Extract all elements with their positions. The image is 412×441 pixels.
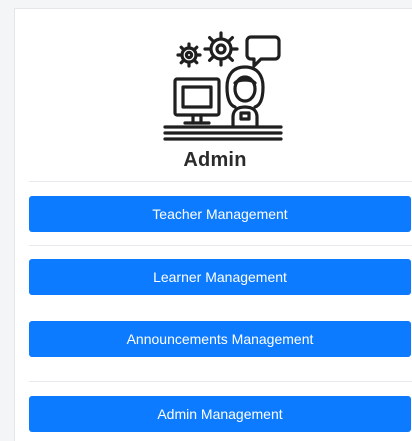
divider xyxy=(29,245,412,246)
speech-bubble-icon xyxy=(245,35,281,68)
person-icon xyxy=(225,65,265,127)
desk-icon xyxy=(163,125,283,141)
admin-panel-card: Admin Teacher Management Learner Managem… xyxy=(14,8,412,441)
teacher-management-button[interactable]: Teacher Management xyxy=(29,196,411,232)
learner-management-button[interactable]: Learner Management xyxy=(29,259,411,295)
admin-workstation-icon xyxy=(163,31,283,141)
large-gear-icon xyxy=(203,31,239,67)
monitor-icon xyxy=(173,77,221,125)
announcements-management-button[interactable]: Announcements Management xyxy=(29,321,411,357)
divider xyxy=(29,381,412,382)
small-gear-icon xyxy=(176,42,202,68)
admin-management-button[interactable]: Admin Management xyxy=(29,396,411,432)
page-title: Admin xyxy=(183,149,247,171)
divider xyxy=(29,181,412,182)
